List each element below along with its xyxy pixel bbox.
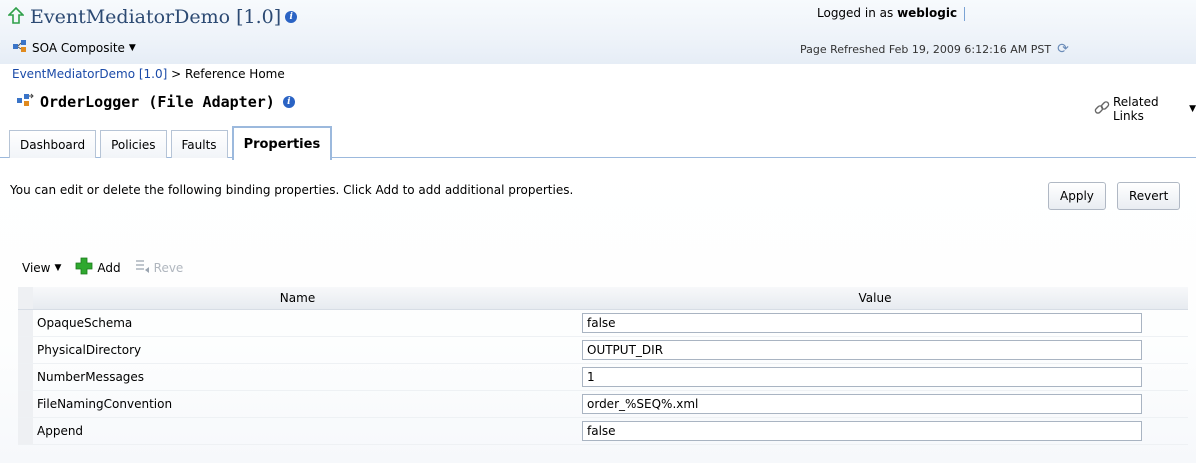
file-adapter-icon	[16, 92, 34, 111]
row-selector[interactable]	[18, 363, 33, 391]
related-links-menu[interactable]: Related Links ▼	[1094, 95, 1196, 123]
breadcrumb: EventMediatorDemo [1.0] > Reference Home	[12, 67, 285, 81]
logged-in-user[interactable]: weblogic	[897, 6, 957, 20]
table-row[interactable]: Append	[18, 417, 1188, 445]
breadcrumb-current: Reference Home	[185, 67, 285, 81]
soa-composite-label: SOA Composite	[32, 40, 125, 55]
breadcrumb-separator: >	[171, 67, 182, 81]
tab-policies[interactable]: Policies	[100, 130, 167, 159]
tab-dashboard[interactable]: Dashboard	[9, 130, 97, 159]
view-menu-label: View	[22, 260, 51, 275]
tab-label: Dashboard	[20, 138, 86, 152]
properties-description: You can edit or delete the following bin…	[10, 183, 574, 197]
row-selector[interactable]	[18, 309, 33, 337]
reference-header: OrderLogger (File Adapter) i	[16, 92, 295, 111]
revert-table-label: Reve	[153, 260, 184, 275]
property-value-input[interactable]	[582, 367, 1142, 387]
table-row[interactable]: PhysicalDirectory	[18, 336, 1188, 364]
table-header-row: Name Value	[18, 287, 1188, 310]
soa-composite-menu[interactable]: SOA Composite ▼	[12, 39, 136, 56]
tab-bar: Dashboard Policies Faults Properties	[9, 126, 336, 160]
app-title-bar: EventMediatorDemo [1.0] i	[7, 6, 298, 28]
table-row[interactable]: NumberMessages	[18, 363, 1188, 391]
property-name: NumberMessages	[33, 363, 562, 391]
row-selector[interactable]	[18, 417, 33, 445]
row-selector[interactable]	[18, 390, 33, 418]
logged-in-prefix: Logged in as	[817, 6, 894, 20]
tab-properties[interactable]: Properties	[231, 126, 333, 160]
revert-list-icon	[135, 258, 151, 277]
app-title: EventMediatorDemo [1.0]	[30, 6, 282, 28]
related-links-label: Related Links	[1113, 95, 1159, 123]
chevron-down-icon: ▼	[54, 262, 62, 273]
chain-link-icon	[1094, 100, 1110, 119]
page-refreshed-text: Page Refreshed Feb 19, 2009 6:12:16 AM P…	[800, 42, 1052, 56]
page-refreshed-status: Page Refreshed Feb 19, 2009 6:12:16 AM P…	[800, 41, 1069, 57]
column-header-value: Value	[562, 287, 1188, 310]
tab-label: Policies	[111, 138, 156, 152]
property-name: Append	[33, 417, 562, 445]
composite-icon	[12, 39, 28, 56]
property-name: FileNamingConvention	[33, 390, 562, 418]
add-plus-icon	[75, 257, 93, 278]
column-header-name: Name	[33, 287, 562, 310]
separator-bar	[963, 6, 965, 21]
tab-faults[interactable]: Faults	[170, 130, 228, 159]
top-header: EventMediatorDemo [1.0] i SOA Composite …	[0, 0, 1196, 64]
property-name: OpaqueSchema	[33, 309, 562, 337]
table-row[interactable]: OpaqueSchema	[18, 309, 1188, 337]
property-value-input[interactable]	[582, 421, 1142, 441]
info-icon[interactable]: i	[282, 95, 295, 108]
property-name: PhysicalDirectory	[33, 336, 562, 364]
properties-table: Name Value OpaqueSchema PhysicalDirector…	[18, 287, 1188, 445]
revert-table-button: Reve	[135, 258, 184, 277]
chevron-down-icon: ▼	[1189, 104, 1196, 114]
add-label: Add	[97, 260, 121, 275]
login-status: Logged in as weblogic	[817, 6, 965, 21]
add-button[interactable]: Add	[75, 257, 121, 278]
tab-label: Properties	[243, 136, 321, 152]
refresh-icon[interactable]: ⟳	[1057, 41, 1069, 57]
chevron-down-icon: ▼	[128, 42, 136, 53]
property-value-input[interactable]	[582, 340, 1142, 360]
table-row[interactable]: FileNamingConvention	[18, 390, 1188, 418]
page-title: OrderLogger (File Adapter)	[40, 92, 275, 111]
table-toolbar: View ▼ Add Reve	[22, 257, 197, 278]
row-selector-header	[18, 287, 33, 310]
revert-button[interactable]: Revert	[1117, 182, 1181, 210]
row-selector[interactable]	[18, 336, 33, 364]
info-icon[interactable]: i	[285, 11, 298, 23]
home-arrow-icon[interactable]	[7, 6, 25, 28]
tab-label: Faults	[181, 138, 217, 152]
breadcrumb-link-composite[interactable]: EventMediatorDemo [1.0]	[12, 67, 167, 81]
apply-button[interactable]: Apply	[1048, 182, 1106, 210]
property-value-input[interactable]	[582, 394, 1142, 414]
view-menu[interactable]: View ▼	[22, 261, 61, 275]
property-value-input[interactable]	[582, 313, 1142, 333]
